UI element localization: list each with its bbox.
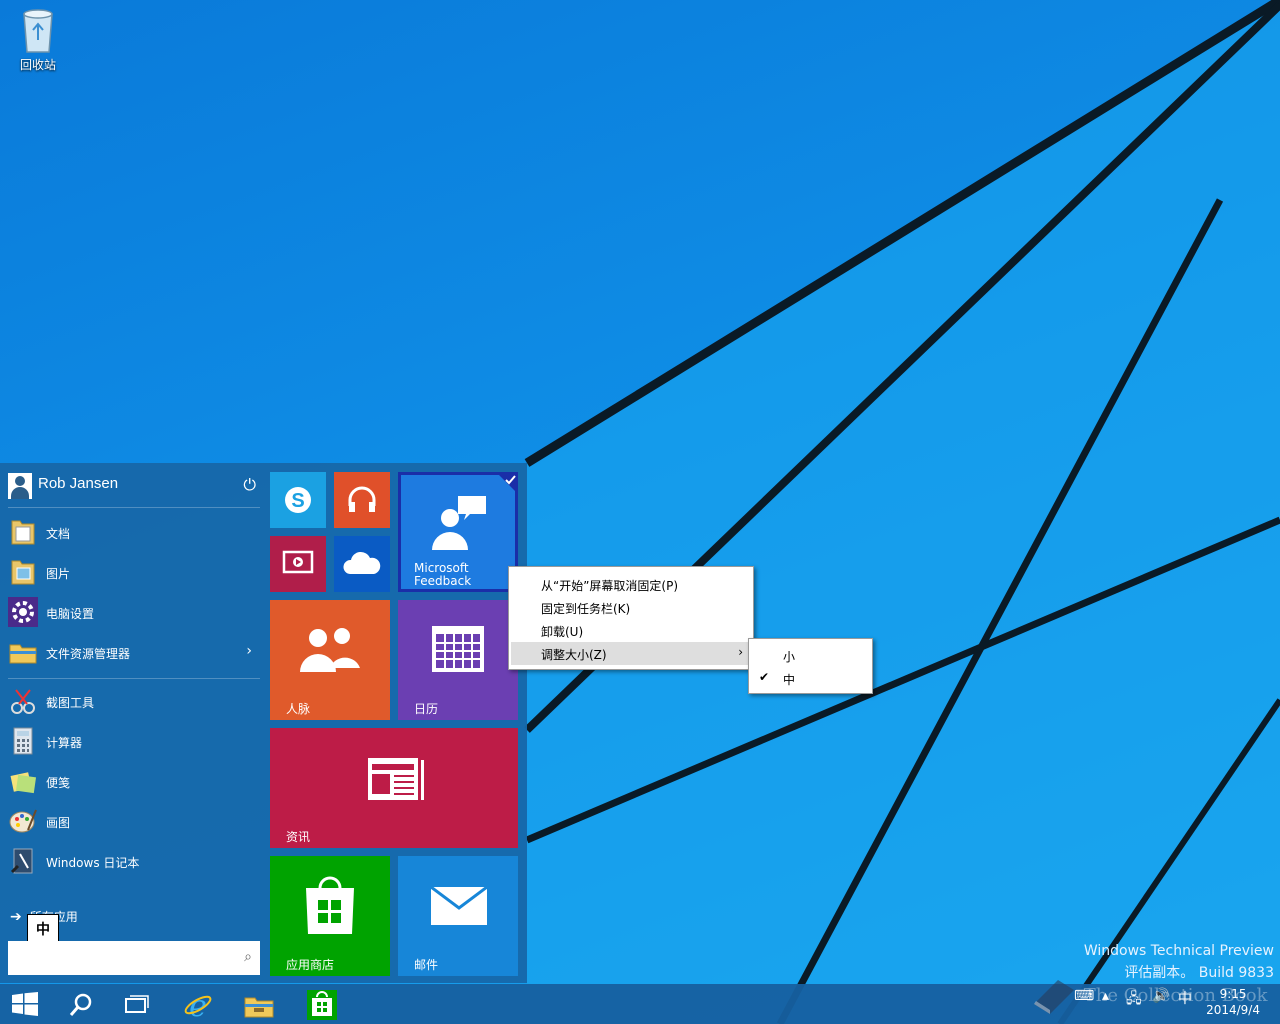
start-item-pictures[interactable]: 图片 (8, 555, 260, 591)
start-search-box[interactable]: ⌕ (8, 941, 260, 975)
start-item-sticky-notes[interactable]: 便笺 (8, 764, 260, 800)
taskbar-store[interactable] (296, 984, 346, 1024)
tile-label: 人脉 (286, 702, 311, 716)
start-item-pc-settings[interactable]: 电脑设置 (8, 595, 260, 631)
start-item-label: 图片 (46, 567, 71, 581)
video-icon (282, 550, 314, 574)
start-item-paint[interactable]: 画图 (8, 804, 260, 840)
start-item-label: 电脑设置 (46, 607, 95, 621)
folder-documents-icon (11, 520, 35, 545)
tile-mail[interactable]: 邮件 (398, 856, 518, 976)
taskbar-search-button[interactable] (55, 984, 105, 1024)
start-item-documents[interactable]: 文档 (8, 515, 260, 551)
tile-people[interactable]: 人脉 (270, 600, 390, 720)
windows-logo-icon (12, 992, 38, 1016)
user-avatar-icon (8, 473, 32, 499)
tile-skype[interactable]: S (270, 472, 326, 528)
chevron-right-icon[interactable]: › (246, 643, 252, 659)
start-item-label: 文档 (46, 527, 71, 541)
search-icon[interactable]: ⌕ (244, 949, 252, 965)
tile-store[interactable]: 应用商店 (270, 856, 390, 976)
tile-label: Microsoft Feedback (414, 561, 472, 588)
start-item-label: 便笺 (46, 776, 71, 790)
mail-envelope-icon (430, 886, 488, 925)
people-icon (300, 628, 360, 672)
tile-label: 资讯 (286, 830, 311, 844)
file-explorer-icon (244, 997, 274, 1018)
skype-icon: S (285, 487, 311, 513)
journal-icon (10, 848, 33, 874)
sticky-notes-icon (10, 772, 37, 794)
start-menu: Rob Jansen ⏻ 文档 图片 电脑设置 文件资源管理器 › 截图工具 计… (0, 463, 527, 983)
start-item-label: 文件资源管理器 (46, 647, 131, 661)
menu-item-unpin-from-start[interactable]: 从“开始”屏幕取消固定(P) (509, 573, 753, 596)
divider (8, 678, 260, 679)
tile-calendar[interactable]: 日历 (398, 600, 518, 720)
book-logo-icon (1034, 980, 1074, 1014)
cloud-icon (343, 551, 381, 574)
recycle-bin-label: 回收站 (19, 58, 56, 72)
collection-book-watermark: The Collection Book (1030, 976, 1268, 1016)
snipping-tool-icon (11, 689, 35, 714)
tile-context-menu: 从“开始”屏幕取消固定(P) 固定到任务栏(K) 卸载(U) 调整大小(Z) › (508, 566, 754, 670)
user-name: Rob Jansen (38, 475, 119, 492)
gear-icon (8, 597, 38, 627)
paint-icon (9, 809, 37, 833)
start-item-windows-journal[interactable]: Windows 日记本 (8, 844, 260, 880)
resize-submenu: 小 ✔ 中 (748, 638, 873, 694)
divider (8, 507, 260, 508)
news-icon (368, 758, 424, 800)
tile-music[interactable] (334, 472, 390, 528)
start-item-label: 截图工具 (46, 696, 95, 710)
tile-onedrive[interactable] (334, 536, 390, 592)
start-item-label: Windows 日记本 (46, 856, 140, 870)
start-item-file-explorer[interactable]: 文件资源管理器 › (8, 635, 260, 671)
power-icon[interactable]: ⏻ (243, 475, 256, 495)
internet-explorer-icon: e (184, 990, 212, 1020)
start-button[interactable] (0, 984, 50, 1024)
calendar-icon (432, 626, 484, 672)
tile-news[interactable]: 资讯 (270, 728, 518, 848)
menu-item-size-medium[interactable]: ✔ 中 (749, 667, 872, 690)
tile-label: 邮件 (414, 958, 439, 972)
svg-text:S: S (291, 490, 304, 512)
calculator-icon (13, 727, 33, 755)
task-view-icon (125, 995, 149, 1013)
taskbar-file-explorer[interactable] (233, 984, 283, 1024)
menu-item-uninstall[interactable]: 卸载(U) (509, 619, 753, 642)
menu-item-pin-to-taskbar[interactable]: 固定到任务栏(K) (509, 596, 753, 619)
start-item-calculator[interactable]: 计算器 (8, 724, 260, 760)
recycle-bin-shortcut[interactable]: 回收站 (10, 6, 66, 73)
tile-video[interactable] (270, 536, 326, 592)
store-icon (307, 990, 337, 1020)
store-bag-icon (306, 876, 354, 934)
start-item-label: 计算器 (46, 736, 83, 750)
selected-check-icon (496, 472, 518, 494)
start-item-label: 画图 (46, 816, 71, 830)
user-account[interactable]: Rob Jansen ⏻ (8, 473, 260, 499)
headphones-icon (348, 486, 376, 512)
folder-pictures-icon (11, 560, 35, 585)
menu-item-size-small[interactable]: 小 (749, 644, 872, 667)
tile-label: 应用商店 (286, 958, 335, 972)
tile-label: 日历 (414, 702, 439, 716)
submenu-arrow-icon: › (738, 645, 743, 659)
start-item-snipping-tool[interactable]: 截图工具 (8, 684, 260, 720)
checkmark-icon: ✔ (759, 670, 770, 684)
recycle-bin-icon (23, 9, 53, 53)
feedback-icon (432, 496, 486, 550)
taskbar-internet-explorer[interactable]: e (172, 984, 222, 1024)
menu-item-resize[interactable]: 调整大小(Z) › (511, 642, 751, 665)
tile-microsoft-feedback[interactable]: Microsoft Feedback (398, 472, 518, 592)
arrow-right-icon: ➔ (10, 909, 22, 925)
file-explorer-icon (9, 644, 37, 664)
watermark-text: The Collection Book (1083, 985, 1268, 1006)
task-view-button[interactable] (112, 984, 162, 1024)
search-icon (69, 993, 92, 1016)
build-line-1: Windows Technical Preview (1083, 943, 1274, 959)
svg-text:e: e (189, 990, 207, 1020)
